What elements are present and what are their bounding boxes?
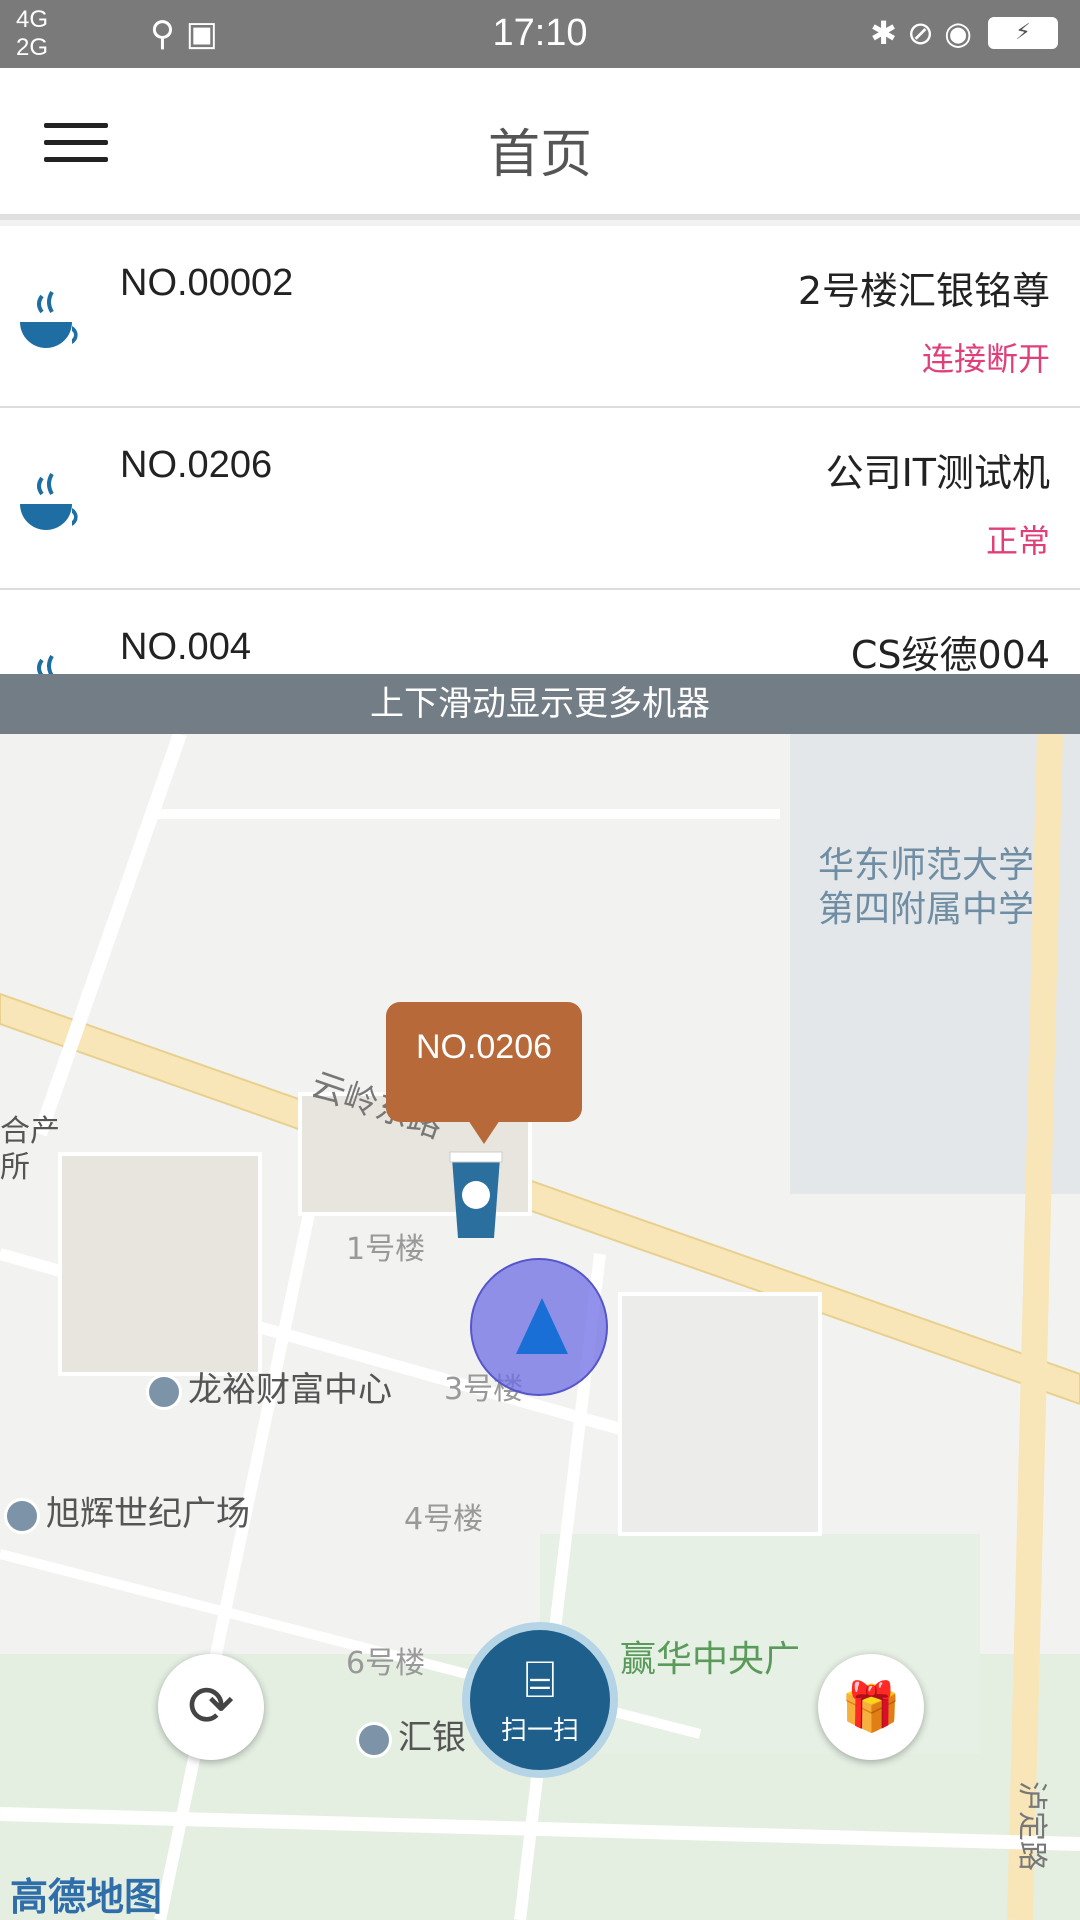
scan-icon: ⌸	[524, 1650, 556, 1710]
bluetooth-mute-wifi-icon: ✱ ⊘ ◉	[870, 14, 972, 52]
coffee-cup-marker[interactable]	[446, 1150, 506, 1240]
page-title: 首页	[487, 125, 592, 185]
navigation-arrow-icon	[516, 1298, 568, 1354]
building-icon	[146, 1373, 182, 1410]
app-header: 首页	[0, 68, 1080, 220]
machine-code: NO.004	[120, 626, 251, 668]
map-label-road: 泸定路	[1014, 1781, 1049, 1871]
map-label-partial: 合产 所	[0, 1114, 60, 1185]
list-item[interactable]: NO.0206 公司IT测试机 正常	[0, 408, 1080, 590]
machine-name: 公司IT测试机	[825, 451, 1050, 495]
building-icon	[356, 1721, 392, 1758]
scan-label: 扫一扫	[500, 1716, 579, 1746]
my-location-marker	[470, 1258, 608, 1396]
map-label-poi: 旭辉世纪广场	[4, 1486, 250, 1535]
machine-status: 正常	[985, 522, 1050, 560]
machine-name: 2号楼汇银铭尊	[797, 269, 1050, 313]
map-label-building: 1号楼	[346, 1232, 426, 1267]
machine-code: NO.0206	[120, 444, 273, 486]
refresh-button[interactable]: ⟳	[158, 1654, 264, 1760]
map-label-poi: 龙裕财富中心	[146, 1362, 392, 1411]
map-label-park: 赢华中央广	[620, 1639, 801, 1680]
machine-code: NO.00002	[120, 262, 294, 304]
scan-button[interactable]: ⌸ 扫一扫	[462, 1622, 618, 1778]
machine-list[interactable]: NO.00002 2号楼汇银铭尊 连接断开 NO.0206 公司IT测试机 正常…	[0, 226, 1080, 674]
gift-button[interactable]: 🎁	[818, 1654, 924, 1760]
coffee-cup-icon	[20, 290, 78, 348]
battery-icon: ⚡	[988, 17, 1058, 49]
coffee-cup-icon	[37, 654, 54, 674]
map-label-poi: 汇银	[356, 1710, 466, 1759]
machine-status: 连接断开	[921, 340, 1050, 378]
list-item[interactable]: NO.004 CS绥德004	[0, 590, 1080, 674]
status-bar: 4G 2G ⚲ ▣ 17:10 ✱ ⊘ ◉ ⚡	[0, 0, 1080, 68]
map-provider-logo: 高德地图	[10, 1875, 163, 1919]
building-icon	[4, 1497, 40, 1534]
map-label-building: 6号楼	[346, 1646, 426, 1681]
scroll-hint-bar: 上下滑动显示更多机器	[0, 674, 1080, 734]
map-view[interactable]: 华东师范大学 第四附属中学 云岭东路 1号楼 3号楼 4号楼 6号楼 龙裕财富中…	[0, 734, 1080, 1920]
coffee-cup-icon	[20, 472, 78, 530]
map-label-building: 4号楼	[404, 1502, 484, 1537]
list-item[interactable]: NO.00002 2号楼汇银铭尊 连接断开	[0, 226, 1080, 408]
map-label-school: 华东师范大学 第四附属中学	[818, 845, 1035, 930]
machine-callout[interactable]: NO.0206	[386, 1002, 582, 1144]
machine-name: CS绥德004	[850, 633, 1050, 674]
